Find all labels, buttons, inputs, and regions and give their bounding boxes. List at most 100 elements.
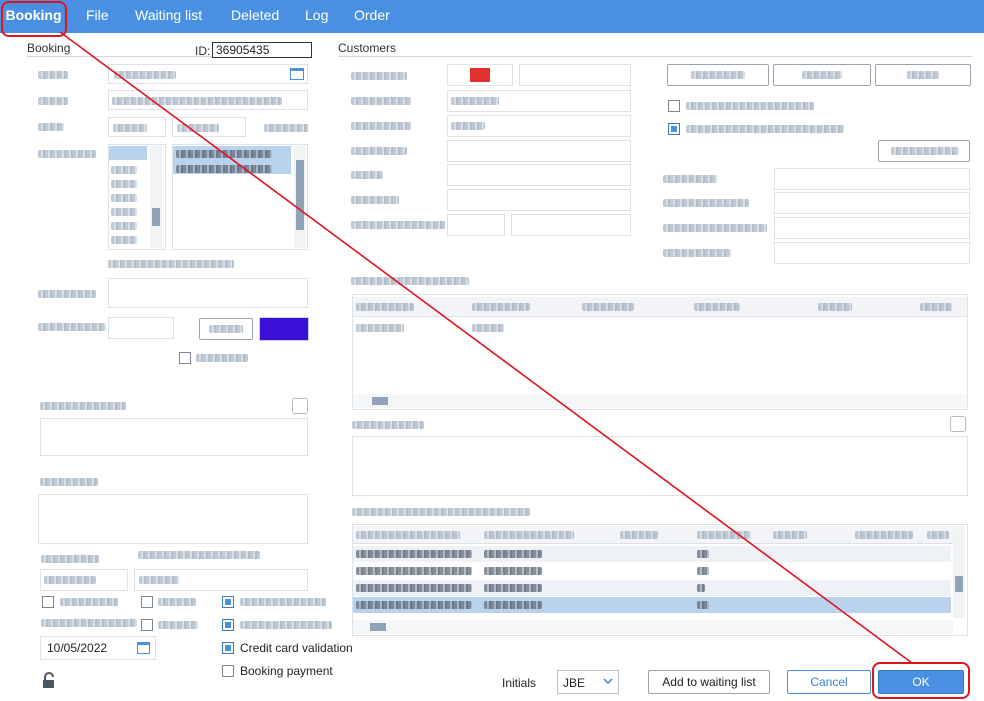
- phone-label: [351, 72, 407, 80]
- room-no-field[interactable]: [774, 168, 970, 190]
- booking-history-cell: [356, 601, 472, 609]
- company-field[interactable]: [447, 140, 631, 162]
- pax-select-value: [113, 124, 147, 132]
- email-field[interactable]: [447, 164, 631, 186]
- reset-label: [907, 71, 939, 79]
- member-no-field[interactable]: [774, 242, 970, 264]
- col-items[interactable]: [773, 531, 807, 539]
- flag-icon: [470, 68, 490, 82]
- menu-waiting-list[interactable]: Waiting list: [135, 0, 202, 33]
- booking-history-cell: [484, 550, 542, 558]
- booking-payment-checkbox[interactable]: [222, 665, 234, 677]
- cancel-button[interactable]: Cancel: [787, 670, 871, 694]
- time-list-item[interactable]: [111, 194, 137, 202]
- col-guest-note[interactable]: [855, 531, 913, 539]
- menu-deleted[interactable]: Deleted: [231, 0, 279, 33]
- area-select-value: [112, 97, 282, 105]
- overbook-checkbox[interactable]: [179, 352, 191, 364]
- search-table-field[interactable]: [108, 317, 174, 339]
- restaurant-note-label: [40, 402, 126, 410]
- sms-signup-checkbox[interactable]: [668, 100, 680, 112]
- table-list-scroll-thumb[interactable]: [296, 160, 304, 230]
- booking-section-title: Booking: [27, 41, 71, 55]
- selected-capacity-text: [108, 260, 234, 268]
- time-list-item[interactable]: [111, 166, 137, 174]
- contact-phone-field[interactable]: [774, 217, 970, 239]
- edit-icon[interactable]: [950, 416, 966, 432]
- initials-value: JBE: [563, 676, 586, 690]
- lock-icon[interactable]: [40, 672, 58, 690]
- booking-history-cell: [484, 567, 542, 575]
- calendar-icon[interactable]: [290, 68, 304, 80]
- col-date-time[interactable]: [356, 531, 460, 539]
- table-list-item[interactable]: [176, 165, 272, 173]
- time-list-item[interactable]: [111, 236, 137, 244]
- chevron-down-icon[interactable]: [603, 677, 613, 685]
- last-name-value: [451, 122, 485, 130]
- edit-icon[interactable]: [292, 398, 308, 414]
- edit-guest-label: [691, 71, 745, 79]
- guest-note-field[interactable]: [38, 494, 308, 544]
- table-note-field[interactable]: [108, 278, 308, 308]
- booking-payment-label: Booking payment: [240, 664, 333, 678]
- menu-order[interactable]: Order: [354, 0, 390, 33]
- colour-button-label: [209, 325, 243, 333]
- restaurant-note-field[interactable]: [40, 418, 308, 456]
- email-signup-checkbox[interactable]: [668, 123, 680, 135]
- col-rest[interactable]: [927, 531, 949, 539]
- email-notification-checkbox[interactable]: [222, 619, 234, 631]
- booking-history-scroll-thumb[interactable]: [955, 576, 963, 592]
- sms-notification-checkbox[interactable]: [222, 596, 234, 608]
- contact-person-field[interactable]: [774, 192, 970, 214]
- time-list-scroll-thumb[interactable]: [152, 208, 160, 226]
- existing-guests-hscroll-thumb[interactable]: [372, 397, 388, 405]
- colour-swatch[interactable]: [259, 317, 309, 341]
- add-to-waiting-list-button[interactable]: Add to waiting list: [648, 670, 770, 694]
- col-last-name[interactable]: [472, 303, 530, 311]
- notification-language-label: [138, 551, 260, 559]
- phone-field[interactable]: [519, 64, 631, 86]
- time-list-scrollbar[interactable]: [150, 146, 162, 248]
- time-list-selected[interactable]: [109, 146, 147, 160]
- confirmed-label: [60, 598, 118, 606]
- table-list-item[interactable]: [176, 150, 272, 158]
- booking-history-hscroll-thumb[interactable]: [370, 623, 386, 631]
- col-phone[interactable]: [818, 303, 852, 311]
- annotation-ring-ok: [872, 662, 970, 699]
- col-company[interactable]: [582, 303, 634, 311]
- time-list-item[interactable]: [111, 180, 137, 188]
- menu-file[interactable]: File: [86, 0, 109, 33]
- guest-row-last-name[interactable]: [472, 324, 504, 332]
- col-review[interactable]: [620, 531, 658, 539]
- booking-history-scrollbar[interactable]: [953, 526, 965, 618]
- confirmed-checkbox[interactable]: [42, 596, 54, 608]
- address-field[interactable]: [447, 189, 631, 211]
- col-restaurant[interactable]: [484, 531, 574, 539]
- last-name-label: [351, 122, 411, 130]
- time-list-item[interactable]: [111, 208, 137, 216]
- customers-section-title: Customers: [338, 41, 397, 55]
- guest-note-label: [40, 478, 98, 486]
- arrived-checkbox[interactable]: [141, 596, 153, 608]
- guest-history-field[interactable]: [352, 436, 968, 496]
- zip-field[interactable]: [447, 214, 505, 236]
- customers-section-divider: [338, 56, 972, 57]
- arrived-label: [158, 598, 196, 606]
- address-label: [351, 196, 399, 204]
- guest-row-first-name[interactable]: [356, 324, 404, 332]
- time-list-item[interactable]: [111, 222, 137, 230]
- credit-card-checkbox[interactable]: [222, 642, 234, 654]
- city-field[interactable]: [511, 214, 631, 236]
- seated-checkbox[interactable]: [141, 619, 153, 631]
- existing-guests-hscroll[interactable]: [353, 394, 967, 408]
- col-address[interactable]: [694, 303, 740, 311]
- booking-history-hscroll[interactable]: [353, 620, 953, 634]
- col-email[interactable]: [920, 303, 952, 311]
- menu-log[interactable]: Log: [305, 0, 328, 33]
- company-label: [351, 147, 407, 155]
- contact-phone-label: [663, 224, 767, 232]
- calendar-icon[interactable]: [137, 642, 150, 654]
- col-first-name[interactable]: [356, 303, 414, 311]
- col-pax-price[interactable]: [697, 531, 751, 539]
- booking-id-field[interactable]: 36905435: [212, 42, 312, 58]
